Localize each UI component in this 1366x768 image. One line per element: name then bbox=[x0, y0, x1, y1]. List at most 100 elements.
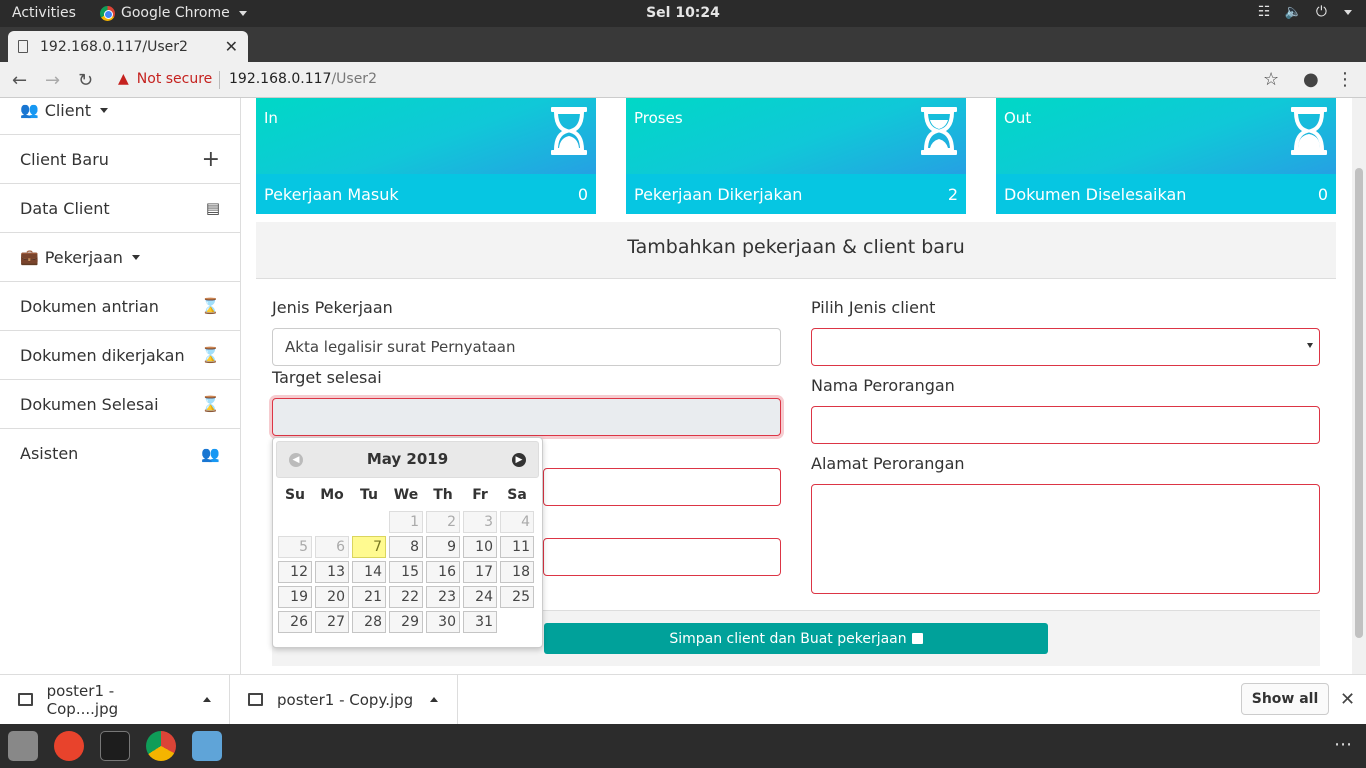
sidebar-item-asisten[interactable]: Asisten 👥 bbox=[0, 429, 240, 478]
nama-label: Nama Perorangan bbox=[811, 376, 955, 395]
clock[interactable]: Sel 10:24 bbox=[0, 5, 1366, 21]
sidebar-item-client-baru[interactable]: Client Baru + bbox=[0, 135, 240, 184]
system-tray[interactable]: ☷ 🔈 ⏻ bbox=[1258, 4, 1352, 20]
close-tab-icon[interactable]: ✕ bbox=[225, 37, 238, 56]
card-proses: Proses Pekerjaan Dikerjakan 2 bbox=[626, 98, 966, 214]
power-icon[interactable]: ⏻ bbox=[1316, 4, 1327, 20]
calendar-day[interactable]: 28 bbox=[352, 611, 386, 633]
scrollbar[interactable] bbox=[1352, 98, 1366, 674]
calendar-day[interactable]: 29 bbox=[389, 611, 423, 633]
calendar-day[interactable]: 14 bbox=[352, 561, 386, 583]
sidebar-item-pekerjaan[interactable]: 💼 Pekerjaan bbox=[0, 233, 240, 282]
hidden-field-1[interactable] bbox=[543, 468, 781, 506]
profile-icon[interactable]: ● bbox=[1303, 69, 1319, 90]
virtualbox-icon[interactable] bbox=[192, 731, 222, 761]
divider bbox=[219, 71, 220, 89]
chevron-up-icon[interactable] bbox=[203, 697, 211, 702]
browser-tab[interactable]: 192.168.0.117/User2 ✕ bbox=[8, 31, 248, 62]
card-label: Pekerjaan Dikerjakan bbox=[634, 184, 803, 204]
sidebar-item-label: Data Client bbox=[20, 198, 110, 218]
calendar-day[interactable]: 26 bbox=[278, 611, 312, 633]
target-selesai-input[interactable] bbox=[272, 398, 781, 436]
address-bar: ← → ↻ ▲ Not secure 192.168.0.117/User2 ☆… bbox=[0, 62, 1366, 98]
nama-perorangan-input[interactable] bbox=[811, 406, 1320, 444]
close-icon[interactable]: ✕ bbox=[1340, 689, 1355, 710]
volume-icon[interactable]: 🔈 bbox=[1284, 4, 1301, 20]
sidebar-item-dokumen-antrian[interactable]: Dokumen antrian ⌛ bbox=[0, 282, 240, 331]
app-grid-icon[interactable]: ⋯ bbox=[1334, 734, 1352, 755]
calendar-day[interactable]: 27 bbox=[315, 611, 349, 633]
calendar-day[interactable]: 23 bbox=[426, 586, 460, 608]
calendar-day[interactable]: 22 bbox=[389, 586, 423, 608]
sidebar-item-client[interactable]: 👥 Client bbox=[0, 98, 240, 135]
calendar-day[interactable]: 11 bbox=[500, 536, 534, 558]
users-icon: 👥 bbox=[201, 444, 220, 463]
forward-icon[interactable]: → bbox=[45, 70, 60, 91]
calendar-day: 5 bbox=[278, 536, 312, 558]
menu-icon[interactable]: ⋮ bbox=[1336, 69, 1354, 90]
calendar-day[interactable]: 12 bbox=[278, 561, 312, 583]
card-count: 0 bbox=[1317, 184, 1328, 204]
file-icon bbox=[18, 693, 33, 706]
calendar-empty bbox=[278, 511, 312, 533]
datepicker: ◀ May 2019 ▶ Su Mo Tu We Th Fr Sa 1 2 3 4 5 6 7 8 9 10 1… bbox=[272, 437, 543, 648]
calendar-day[interactable]: 20 bbox=[315, 586, 349, 608]
show-all-button[interactable]: Show all bbox=[1241, 683, 1329, 715]
calendar-day[interactable]: 16 bbox=[426, 561, 460, 583]
chevron-down-icon[interactable] bbox=[1344, 10, 1352, 15]
calendar-day[interactable]: 7 bbox=[352, 536, 386, 558]
files-icon[interactable] bbox=[8, 731, 38, 761]
weekday-header: Mo bbox=[320, 486, 344, 503]
card-footer: Dokumen Diselesaikan 0 bbox=[996, 174, 1336, 214]
alamat-perorangan-textarea[interactable] bbox=[811, 484, 1320, 594]
calendar-day[interactable]: 8 bbox=[389, 536, 423, 558]
url-field[interactable]: 192.168.0.117/User2 bbox=[229, 71, 377, 87]
calendar-day[interactable]: 31 bbox=[463, 611, 497, 633]
security-indicator[interactable]: ▲ Not secure bbox=[118, 71, 212, 87]
card-in: In Pekerjaan Masuk 0 bbox=[256, 98, 596, 214]
prev-month-icon[interactable]: ◀ bbox=[289, 453, 303, 467]
jenis-client-select[interactable] bbox=[811, 328, 1320, 366]
scrollbar-thumb[interactable] bbox=[1355, 168, 1363, 638]
jenis-pekerjaan-input[interactable]: Akta legalisir surat Pernyataan bbox=[272, 328, 781, 366]
bookmark-star-icon[interactable]: ☆ bbox=[1263, 69, 1279, 90]
card-title: In bbox=[264, 109, 278, 127]
reload-icon[interactable]: ↻ bbox=[78, 70, 93, 91]
weekday-header: We bbox=[393, 486, 419, 503]
save-button[interactable]: Simpan client dan Buat pekerjaan bbox=[544, 623, 1048, 654]
terminal-icon[interactable] bbox=[100, 731, 130, 761]
calendar-day[interactable]: 18 bbox=[500, 561, 534, 583]
sidebar-item-dokumen-dikerjakan[interactable]: Dokumen dikerjakan ⌛ bbox=[0, 331, 240, 380]
tab-title: 192.168.0.117/User2 bbox=[40, 38, 188, 55]
hidden-field-2[interactable] bbox=[543, 538, 781, 576]
weekday-header: Tu bbox=[360, 486, 378, 503]
calendar-day[interactable]: 10 bbox=[463, 536, 497, 558]
sidebar-item-label: Client Baru bbox=[20, 149, 109, 169]
help-icon[interactable] bbox=[54, 731, 84, 761]
calendar-day[interactable]: 30 bbox=[426, 611, 460, 633]
download-item[interactable]: poster1 - Copy.jpg bbox=[230, 675, 458, 724]
chrome-icon[interactable] bbox=[146, 731, 176, 761]
calendar-day[interactable]: 17 bbox=[463, 561, 497, 583]
download-item[interactable]: poster1 - Cop....jpg bbox=[0, 675, 230, 724]
network-icon[interactable]: ☷ bbox=[1258, 4, 1271, 20]
sidebar-item-label: Dokumen dikerjakan bbox=[20, 345, 185, 365]
calendar-day: 1 bbox=[389, 511, 423, 533]
chevron-down-icon bbox=[131, 254, 140, 260]
sidebar-item-data-client[interactable]: Data Client ▤ bbox=[0, 184, 240, 233]
calendar-empty bbox=[352, 511, 386, 533]
calendar-day[interactable]: 9 bbox=[426, 536, 460, 558]
calendar-day[interactable]: 19 bbox=[278, 586, 312, 608]
chevron-up-icon[interactable] bbox=[430, 697, 439, 702]
calendar-day[interactable]: 25 bbox=[500, 586, 534, 608]
calendar-day[interactable]: 15 bbox=[389, 561, 423, 583]
calendar-day[interactable]: 24 bbox=[463, 586, 497, 608]
hourglass-icon: ⌛ bbox=[201, 346, 220, 364]
calendar-day[interactable]: 13 bbox=[315, 561, 349, 583]
card-count: 2 bbox=[947, 184, 958, 204]
back-icon[interactable]: ← bbox=[12, 70, 27, 91]
card-footer: Pekerjaan Masuk 0 bbox=[256, 174, 596, 214]
sidebar-item-dokumen-selesai[interactable]: Dokumen Selesai ⌛ bbox=[0, 380, 240, 429]
calendar-day[interactable]: 21 bbox=[352, 586, 386, 608]
next-month-icon[interactable]: ▶ bbox=[512, 453, 526, 467]
